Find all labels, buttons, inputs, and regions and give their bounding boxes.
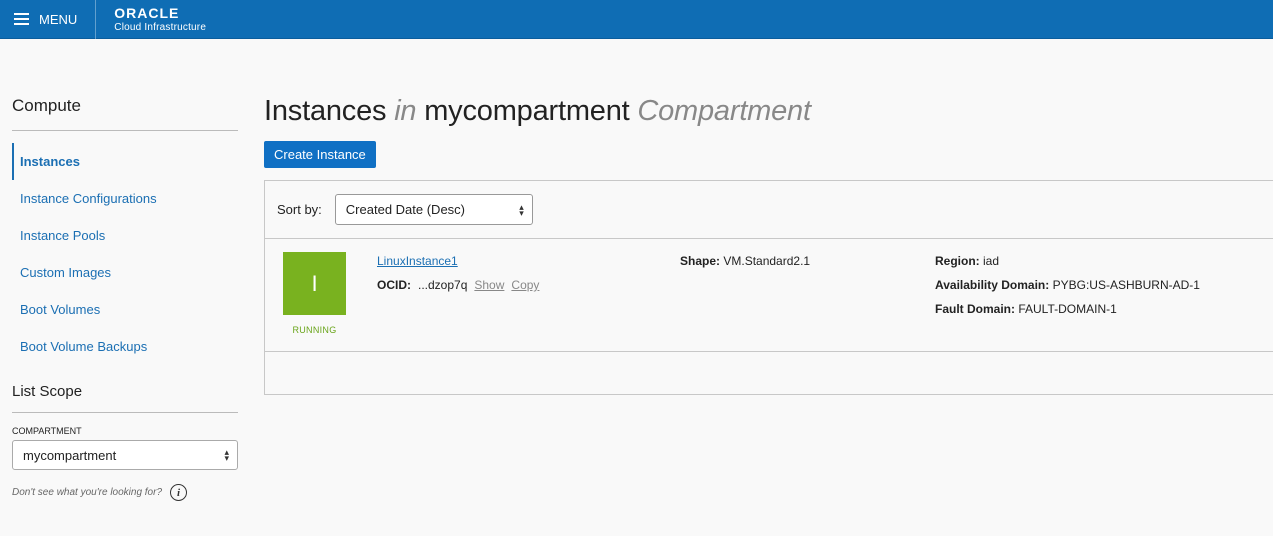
- title-compartment-suffix: Compartment: [637, 95, 811, 127]
- brand-subtitle: Cloud Infrastructure: [114, 21, 207, 33]
- sidebar-item-boot-volumes[interactable]: Boot Volumes: [12, 291, 238, 328]
- brand-logo-text: ORACLE: [114, 4, 180, 21]
- info-icon[interactable]: i: [170, 484, 188, 501]
- shape-label: Shape:: [680, 254, 721, 268]
- sidebar-item-instance-configurations[interactable]: Instance Configurations: [12, 180, 238, 217]
- instance-ocid: OCID: ...dzop7q Show Copy: [377, 278, 539, 292]
- instance-availability-domain: Availability Domain: PYBG:US-ASHBURN-AD-…: [935, 278, 1200, 292]
- region-label: Region:: [935, 254, 980, 268]
- menu-button[interactable]: MENU: [0, 0, 97, 39]
- chevron-updown-icon: ▴ ▾: [224, 447, 229, 463]
- region-value: iad: [983, 254, 1000, 268]
- instance-status-badge: RUNNING: [292, 325, 337, 335]
- sidebar-item-custom-images[interactable]: Custom Images: [12, 254, 238, 291]
- sort-select-value: Created Date (Desc): [345, 202, 466, 217]
- instance-fault-domain: Fault Domain: FAULT-DOMAIN-1: [935, 302, 1117, 316]
- instances-panel: Sort by: Created Date (Desc) ▴ ▾ I RUNNIN…: [264, 180, 1273, 395]
- sort-label: Sort by:: [277, 202, 322, 217]
- sidebar: Compute Instances Instance Configuration…: [12, 96, 238, 501]
- help-text: Don't see what you're looking for?: [12, 487, 163, 498]
- ocid-label: OCID:: [377, 278, 411, 292]
- title-in: in: [394, 95, 417, 127]
- compartment-select-value: mycompartment: [23, 447, 117, 463]
- instance-shape: Shape: VM.Standard2.1: [680, 254, 810, 268]
- menu-label: MENU: [39, 11, 78, 27]
- top-navigation-bar: MENU ORACLE Cloud Infrastructure: [0, 0, 1273, 39]
- hamburger-icon: [14, 13, 29, 25]
- instance-name-link[interactable]: LinuxInstance1: [377, 254, 458, 268]
- sort-bar: Sort by: Created Date (Desc) ▴ ▾: [265, 181, 1273, 239]
- oracle-logo[interactable]: ORACLE Cloud Infrastructure: [96, 6, 206, 33]
- ad-label: Availability Domain:: [935, 278, 1050, 292]
- ocid-copy-link[interactable]: Copy: [511, 278, 539, 292]
- sidebar-item-instance-pools[interactable]: Instance Pools: [12, 217, 238, 254]
- fd-label: Fault Domain:: [935, 302, 1015, 316]
- compartment-label: COMPARTMENT: [12, 426, 82, 436]
- sort-select[interactable]: Created Date (Desc) ▴ ▾: [334, 194, 533, 225]
- chevron-updown-icon: ▴ ▾: [519, 201, 524, 218]
- title-instances: Instances: [264, 95, 387, 127]
- ad-value: PYBG:US-ASHBURN-AD-1: [1052, 278, 1200, 292]
- instance-region: Region: iad: [935, 254, 999, 268]
- create-instance-button[interactable]: Create Instance: [264, 141, 376, 168]
- fd-value: FAULT-DOMAIN-1: [1018, 302, 1117, 316]
- instance-row: I RUNNING LinuxInstance1 OCID: ...dzop7q…: [265, 239, 1273, 352]
- sidebar-heading: Compute: [12, 96, 238, 131]
- sidebar-nav: Instances Instance Configurations Instan…: [12, 143, 238, 365]
- sidebar-item-boot-volume-backups[interactable]: Boot Volume Backups: [12, 328, 238, 365]
- shape-value: VM.Standard2.1: [723, 254, 811, 268]
- help-line: Don't see what you're looking for? i: [12, 484, 238, 501]
- ocid-value: ...dzop7q: [418, 278, 468, 292]
- title-compartment-name: mycompartment: [424, 95, 630, 127]
- main-content: Instances in mycompartment Compartment C…: [264, 95, 1273, 395]
- compartment-select[interactable]: mycompartment ▴ ▾: [12, 440, 238, 470]
- sidebar-item-instances[interactable]: Instances: [12, 143, 238, 180]
- ocid-show-link[interactable]: Show: [474, 278, 504, 292]
- page-title: Instances in mycompartment Compartment: [264, 95, 1273, 128]
- list-scope-heading: List Scope: [12, 383, 238, 413]
- instance-status-tile: I: [283, 252, 346, 315]
